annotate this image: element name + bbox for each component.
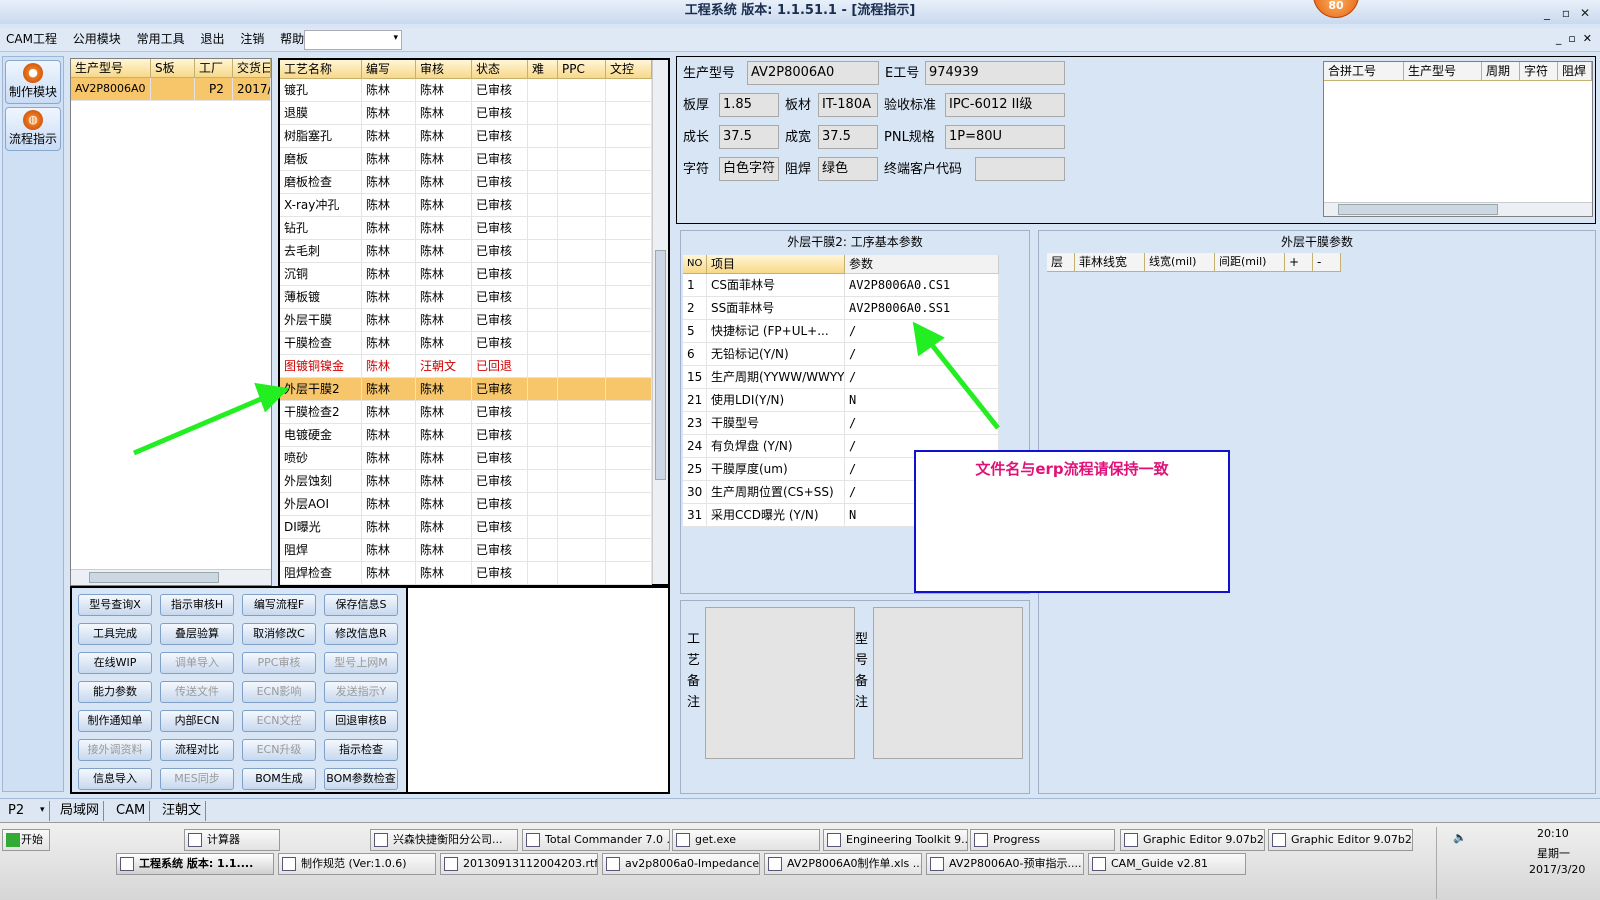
- callout-note: 文件名与erp流程请保持一致: [914, 450, 1230, 593]
- weekday: 星期一: [1537, 847, 1570, 860]
- taskbar-app[interactable]: 制作规范 (Ver:1.0.6): [278, 853, 436, 875]
- taskbar-app[interactable]: Graphic Editor 9.07b2 ...: [1268, 829, 1413, 851]
- app-icon: [974, 833, 988, 847]
- app-icon: [1124, 833, 1138, 847]
- start-label: 开始: [21, 833, 43, 846]
- app-icon: [1272, 833, 1286, 847]
- callout-text: 文件名与erp流程请保持一致: [975, 460, 1169, 478]
- taskbar-app[interactable]: 兴森快捷衡阳分公司...: [370, 829, 518, 851]
- taskbar-app[interactable]: AV2P8006A0制作单.xls ...: [764, 853, 922, 875]
- app-icon: [1092, 857, 1106, 871]
- app-icon: [374, 833, 388, 847]
- app-icon: [606, 857, 620, 871]
- taskbar-app[interactable]: Graphic Editor 9.07b2 ...: [1120, 829, 1265, 851]
- status-cam: CAM: [112, 801, 151, 821]
- clock[interactable]: 20:10: [1537, 827, 1569, 840]
- taskbar-app[interactable]: Total Commander 7.0 ...: [522, 829, 670, 851]
- system-tray: 🔈 20:10 星期一 2017/3/20: [1436, 827, 1596, 899]
- taskbar-app[interactable]: Engineering Toolkit 9....: [823, 829, 968, 851]
- windows-icon: [6, 833, 20, 847]
- taskbar-app[interactable]: av2p8006a0-Impedance ...: [602, 853, 760, 875]
- app-icon: [444, 857, 458, 871]
- app-icon: [768, 857, 782, 871]
- chevron-down-icon[interactable]: ▾: [40, 805, 45, 815]
- taskbar-app[interactable]: AV2P8006A0-预审指示....: [926, 853, 1084, 875]
- app-icon: [526, 833, 540, 847]
- volume-icon[interactable]: 🔈: [1453, 831, 1467, 844]
- app-icon: [282, 857, 296, 871]
- arrow-line: [926, 338, 1000, 430]
- status-user: 汪朝文: [158, 801, 207, 821]
- taskbar-app[interactable]: Progress: [970, 829, 1115, 851]
- arrow-head: [254, 382, 290, 413]
- status-bar: P2 ▾ 局域网 CAM 汪朝文: [0, 798, 1600, 822]
- taskbar-app[interactable]: 20130913112004203.rtf...: [440, 853, 598, 875]
- taskbar: 开始 计算器 兴森快捷衡阳分公司... Total Commander 7.0 ..…: [0, 822, 1600, 900]
- app-icon: [827, 833, 841, 847]
- app-icon: [930, 857, 944, 871]
- taskbar-app[interactable]: get.exe: [672, 829, 820, 851]
- annotation-overlay: [133, 321, 1000, 456]
- date: 2017/3/20: [1529, 863, 1586, 876]
- taskbar-app[interactable]: CAM_Guide v2.81: [1088, 853, 1246, 875]
- arrow-line: [133, 393, 269, 456]
- app-icon: [120, 857, 134, 871]
- status-network: 局域网: [56, 801, 105, 821]
- taskbar-app[interactable]: 工程系统 版本: 1.1....: [116, 853, 274, 875]
- app-icon: [676, 833, 690, 847]
- taskbar-app[interactable]: 计算器: [184, 829, 280, 851]
- start-button[interactable]: 开始: [2, 829, 50, 851]
- app-icon: [188, 833, 202, 847]
